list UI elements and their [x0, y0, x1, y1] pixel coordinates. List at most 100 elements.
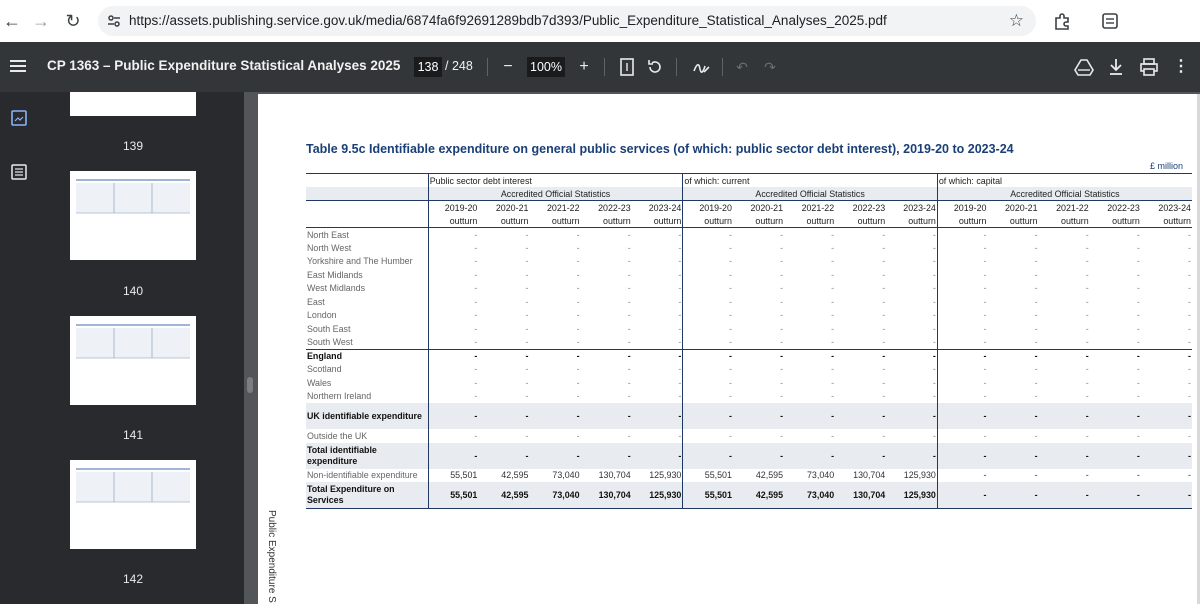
zoom-out-icon[interactable]: − [498, 57, 518, 77]
table-cell: 73,040 [806, 470, 835, 481]
table-cell: - [478, 348, 530, 363]
outturn-header: outturn [529, 214, 581, 228]
table-cell: - [831, 391, 835, 402]
reading-list-icon[interactable] [1100, 11, 1120, 31]
table-cell: - [1085, 377, 1089, 388]
page-thumbnail[interactable] [70, 92, 196, 116]
table-cell: - [882, 283, 886, 294]
table-row: Total Expenditure on Services 55,501 42,59… [306, 482, 1192, 509]
extensions-icon[interactable] [1052, 11, 1072, 31]
reload-icon[interactable]: ↻ [61, 9, 85, 33]
table-cell: - [831, 283, 835, 294]
row-label: Non-identifiable expenditure [307, 470, 418, 481]
table-cell: - [780, 269, 784, 280]
table-cell: - [932, 391, 936, 402]
fit-page-icon[interactable] [619, 58, 635, 76]
table-cell: - [576, 269, 580, 280]
table-cell: - [987, 482, 1039, 509]
table-cell: - [576, 391, 580, 402]
table-cell: - [1038, 348, 1090, 363]
url-text[interactable]: https://assets.publishing.service.gov.uk… [129, 13, 887, 28]
forward-icon[interactable]: → [29, 9, 53, 33]
table-cell: 42,595 [732, 482, 785, 509]
redo-icon[interactable]: ↷ [760, 57, 780, 77]
thumbnail-sidebar: 139 140 141 142 [0, 92, 244, 604]
table-cell: - [1136, 256, 1140, 267]
table-cell: - [732, 403, 785, 429]
table-cell: - [936, 241, 988, 255]
group-header: Public sector debt interest [427, 173, 683, 187]
year-header: 2022-23 [835, 200, 887, 214]
table-cell: - [678, 269, 682, 280]
table-cell: - [882, 377, 886, 388]
table-cell: 130,704 [853, 470, 886, 481]
menu-icon[interactable] [10, 59, 26, 73]
table-cell: - [627, 229, 631, 240]
page-thumbnail[interactable] [70, 460, 196, 549]
table-cell: 42,595 [478, 482, 530, 509]
table-cell: - [780, 337, 784, 347]
zoom-in-icon[interactable]: + [574, 57, 594, 77]
sidebar-scrollbar[interactable] [247, 377, 253, 393]
rotate-icon[interactable] [646, 58, 664, 76]
outline-tab-icon[interactable] [11, 164, 27, 180]
bookmark-star-icon[interactable]: ☆ [1009, 11, 1024, 31]
zoom-input[interactable]: 100% [527, 57, 565, 77]
table-cell: - [427, 227, 479, 241]
thumbnails-tab-icon[interactable] [11, 110, 27, 126]
table-cell: - [682, 227, 733, 241]
table-cell: - [932, 269, 936, 280]
table-cell: - [831, 242, 835, 253]
table-cell: - [936, 442, 988, 469]
table-cell: - [882, 296, 886, 307]
table-cell: - [882, 391, 886, 402]
table-cell: - [627, 391, 631, 402]
table-cell: - [1085, 242, 1089, 253]
table-cell: - [576, 364, 580, 375]
table-cell: - [1085, 269, 1089, 280]
print-icon[interactable] [1139, 57, 1159, 77]
site-settings-icon[interactable] [106, 13, 122, 29]
table-cell: - [831, 310, 835, 321]
table-cell: - [932, 310, 936, 321]
table-cell: - [525, 377, 529, 388]
undo-icon[interactable]: ↶ [732, 57, 752, 77]
table-cell: - [682, 389, 733, 403]
page-thumbnail[interactable] [70, 316, 196, 405]
outturn-header: outturn [784, 214, 836, 228]
page-thumbnail[interactable] [70, 171, 196, 260]
row-label: Total identifiable expenditure [306, 442, 429, 469]
table-cell: - [678, 242, 682, 253]
table-cell: - [831, 323, 835, 334]
table-cell: - [427, 295, 479, 309]
table-cell: - [1140, 348, 1192, 363]
table-cell: - [427, 429, 479, 443]
table-cell: - [1188, 283, 1191, 294]
table-cell: - [1034, 242, 1038, 253]
table-cell: - [1034, 269, 1038, 280]
table-cell: - [1188, 296, 1191, 307]
table-cell: - [576, 296, 580, 307]
table-cell: - [529, 348, 581, 363]
table-cell: - [780, 296, 784, 307]
table-cell: - [1136, 364, 1140, 375]
address-bar[interactable]: https://assets.publishing.service.gov.uk… [98, 6, 1036, 36]
page-number-input[interactable]: 138 [414, 57, 442, 77]
table-cell: - [932, 256, 936, 267]
table-cell: - [886, 442, 938, 469]
drive-icon[interactable] [1074, 57, 1094, 77]
table-cell: 55,501 [682, 468, 733, 482]
year-header: 2022-23 [580, 200, 632, 214]
annotate-icon[interactable] [692, 58, 710, 76]
back-icon[interactable]: ← [0, 9, 24, 33]
status-header: Accredited Official Statistics [682, 187, 938, 201]
table-cell: - [427, 403, 479, 429]
outturn-header: outturn [427, 214, 479, 228]
more-options-icon[interactable]: ⋮ [1171, 57, 1191, 77]
table-cell: - [987, 442, 1039, 469]
table-cell: - [682, 241, 733, 255]
table-cell: - [831, 296, 835, 307]
download-icon[interactable] [1107, 57, 1125, 77]
table-cell: 73,040 [552, 470, 580, 481]
table-cell: - [1034, 391, 1038, 402]
